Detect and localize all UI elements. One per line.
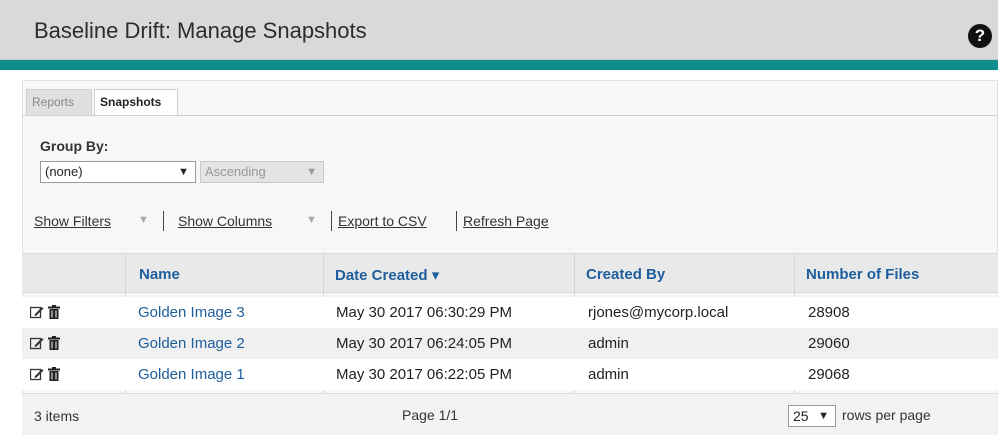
snapshot-name-link[interactable]: Golden Image 2 — [138, 335, 245, 352]
page-indicator: Page 1/1 — [402, 407, 459, 423]
rows-per-page-value: 25 — [793, 408, 809, 424]
table-row: Golden Image 2 May 30 2017 06:24:05 PM a… — [22, 328, 998, 359]
table-row: Golden Image 1 May 30 2017 06:22:05 PM a… — [22, 359, 998, 390]
snapshot-name-link[interactable]: Golden Image 1 — [138, 366, 245, 383]
file-count-cell: 28908 — [808, 304, 850, 321]
created-by-cell: rjones@mycorp.local — [588, 304, 729, 321]
tab-snapshots[interactable]: Snapshots — [94, 89, 178, 116]
trash-icon[interactable] — [48, 336, 60, 350]
file-count-cell: 29060 — [808, 335, 850, 352]
row-actions — [30, 367, 64, 383]
refresh-page-link[interactable]: Refresh Page — [463, 213, 549, 229]
rows-per-page-select[interactable]: 25 ▼ — [788, 405, 836, 427]
help-icon[interactable]: ? — [968, 24, 992, 48]
item-count: 3 items — [34, 408, 80, 424]
row-actions — [30, 336, 64, 352]
date-created-cell: May 30 2017 06:22:05 PM — [336, 366, 512, 383]
date-created-cell: May 30 2017 06:30:29 PM — [336, 304, 512, 321]
page-title: Baseline Drift: Manage Snapshots — [34, 18, 367, 43]
column-header-created-by[interactable]: Created By — [586, 266, 665, 283]
table-footer: 3 items Page 1/1 25 ▼ rows per page — [22, 393, 998, 435]
toolbar-separator — [163, 211, 164, 231]
row-actions — [30, 305, 64, 321]
table-header: Name Date Created ▾ Created By Number of… — [22, 253, 998, 293]
trash-icon[interactable] — [48, 367, 60, 381]
snapshot-name-link[interactable]: Golden Image 3 — [138, 304, 245, 321]
table-row: Golden Image 3 May 30 2017 06:30:29 PM r… — [22, 297, 998, 328]
toolbar-separator — [331, 211, 332, 231]
sort-order-select: Ascending ▼ — [200, 161, 324, 183]
chevron-down-icon[interactable]: ▼ — [306, 214, 317, 226]
accent-bar — [0, 60, 998, 70]
tab-divider — [22, 115, 998, 116]
rows-per-page-label: rows per page — [842, 407, 931, 423]
date-created-cell: May 30 2017 06:24:05 PM — [336, 335, 512, 352]
group-by-value: (none) — [45, 164, 83, 179]
file-count-cell: 29068 — [808, 366, 850, 383]
column-header-date-created[interactable]: Date Created ▾ — [335, 266, 439, 284]
show-columns-link[interactable]: Show Columns — [178, 213, 272, 229]
show-filters-link[interactable]: Show Filters — [34, 213, 111, 229]
edit-icon[interactable] — [30, 336, 44, 350]
column-header-name[interactable]: Name — [139, 266, 180, 283]
edit-icon[interactable] — [30, 305, 44, 319]
sort-desc-icon: ▾ — [431, 267, 440, 284]
trash-icon[interactable] — [48, 305, 60, 319]
chevron-down-icon: ▼ — [178, 166, 189, 178]
column-header-date-label: Date Created — [335, 267, 428, 284]
sort-order-value: Ascending — [205, 164, 266, 179]
group-by-select[interactable]: (none) ▼ — [40, 161, 196, 183]
page-header: Baseline Drift: Manage Snapshots ? — [0, 0, 998, 60]
toolbar-separator — [456, 211, 457, 231]
created-by-cell: admin — [588, 366, 629, 383]
column-header-number-of-files[interactable]: Number of Files — [806, 266, 919, 283]
chevron-down-icon: ▼ — [306, 166, 317, 178]
chevron-down-icon[interactable]: ▼ — [138, 214, 149, 226]
group-by-label: Group By: — [40, 138, 109, 154]
export-csv-link[interactable]: Export to CSV — [338, 213, 427, 229]
chevron-down-icon: ▼ — [818, 410, 829, 422]
edit-icon[interactable] — [30, 367, 44, 381]
created-by-cell: admin — [588, 335, 629, 352]
tab-reports[interactable]: Reports — [26, 89, 92, 115]
